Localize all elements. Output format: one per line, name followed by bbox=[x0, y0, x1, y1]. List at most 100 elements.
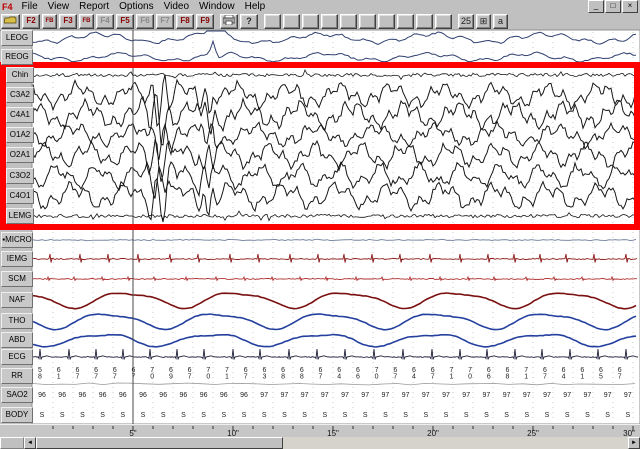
sao2-value: 96 bbox=[38, 392, 46, 399]
body-position-value: S bbox=[120, 412, 125, 419]
channel-label-leog[interactable]: LEOG bbox=[1, 30, 33, 46]
rr-value: 61 bbox=[580, 367, 584, 381]
rr-value: 58 bbox=[38, 367, 42, 381]
channel-label-c3a2[interactable]: C3A2 bbox=[6, 87, 34, 103]
rr-value: 64 bbox=[337, 367, 341, 381]
sao2-value: 97 bbox=[260, 392, 268, 399]
body-position-value: S bbox=[201, 412, 206, 419]
channel-label-sao2[interactable]: SAO2 bbox=[1, 387, 33, 403]
sao2-value: 97 bbox=[442, 392, 450, 399]
rr-value: 67 bbox=[94, 367, 98, 381]
rr-value: 67 bbox=[244, 367, 248, 381]
channel-label-naf[interactable]: NAF bbox=[1, 292, 33, 308]
channel-label-iemg[interactable]: IEMG bbox=[1, 251, 33, 267]
sao2-value: 97 bbox=[382, 392, 390, 399]
sao2-value: 97 bbox=[341, 392, 349, 399]
body-position-value: S bbox=[363, 412, 368, 419]
sao2-value: 96 bbox=[79, 392, 87, 399]
horizontal-scrollbar[interactable]: ◄ ► bbox=[0, 437, 640, 449]
sao2-value: 97 bbox=[624, 392, 632, 399]
body-position-value: S bbox=[242, 412, 247, 419]
body-position-value: S bbox=[403, 412, 408, 419]
body-position-value: S bbox=[565, 412, 570, 419]
rr-value: 67 bbox=[319, 367, 323, 381]
channel-label-body[interactable]: BODY bbox=[1, 407, 33, 423]
scrollbar-corner bbox=[0, 437, 24, 449]
rr-value: 67 bbox=[431, 367, 435, 381]
rr-value: 65 bbox=[599, 367, 603, 381]
psg-viewer-window: F4 File View Report Options Video Window Help … bbox=[0, 0, 640, 449]
body-position-value: S bbox=[585, 412, 590, 419]
rr-value: 66 bbox=[356, 367, 360, 381]
channel-label-lemg[interactable]: LEMG bbox=[6, 208, 34, 224]
rr-value: 63 bbox=[262, 367, 266, 381]
body-position-value: S bbox=[423, 412, 428, 419]
rr-value: 67 bbox=[618, 367, 622, 381]
rr-value: 71 bbox=[225, 367, 229, 381]
body-position-value: S bbox=[80, 412, 85, 419]
channel-label-c4o1[interactable]: C4O1 bbox=[6, 188, 34, 204]
sao2-value: 97 bbox=[563, 392, 571, 399]
channel-label-scm[interactable]: SCM bbox=[1, 271, 33, 287]
channel-label-o1a2[interactable]: O1A2 bbox=[6, 127, 34, 143]
sao2-value: 96 bbox=[200, 392, 208, 399]
scroll-right-arrow[interactable]: ► bbox=[628, 437, 640, 449]
sao2-value: 97 bbox=[523, 392, 531, 399]
rr-value: 66 bbox=[487, 367, 491, 381]
sao2-value: 97 bbox=[584, 392, 592, 399]
body-position-value: S bbox=[282, 412, 287, 419]
channel-label-rr[interactable]: RR bbox=[1, 368, 33, 384]
sao2-value: 96 bbox=[180, 392, 188, 399]
body-position-value: S bbox=[524, 412, 529, 419]
body-position-value: S bbox=[484, 412, 489, 419]
rr-value: 71 bbox=[449, 367, 453, 381]
scrollbar-thumb[interactable] bbox=[36, 437, 283, 449]
channel-label-chin[interactable]: Chin bbox=[6, 67, 34, 83]
body-position-value: S bbox=[221, 412, 226, 419]
rr-value: 67 bbox=[75, 367, 79, 381]
body-position-value: S bbox=[444, 412, 449, 419]
sao2-value: 97 bbox=[483, 392, 491, 399]
channel-label-o2a1[interactable]: O2A1 bbox=[6, 147, 34, 163]
body-position-value: S bbox=[322, 412, 327, 419]
sao2-value: 96 bbox=[220, 392, 228, 399]
sao2-value: 96 bbox=[119, 392, 127, 399]
channel-label-abd[interactable]: ABD bbox=[1, 332, 33, 348]
sao2-value: 97 bbox=[604, 392, 612, 399]
time-ruler: 5" 10" 15" 20" 25" 30" bbox=[0, 424, 640, 438]
rr-value: 68 bbox=[281, 367, 285, 381]
rr-value: 70 bbox=[150, 367, 154, 381]
waveform-canvas: 58 61 67 67 67 67 70 69 67 70 71 67 63 68 68 67 64 66 70 67… bbox=[31, 29, 640, 425]
body-position-value: S bbox=[504, 412, 509, 419]
body-position-value: S bbox=[141, 412, 146, 419]
rr-value: 64 bbox=[412, 367, 416, 381]
scroll-left-arrow[interactable]: ◄ bbox=[24, 437, 36, 449]
rr-value: 68 bbox=[506, 367, 510, 381]
sao2-value: 97 bbox=[402, 392, 410, 399]
rr-value: 67 bbox=[393, 367, 397, 381]
rr-value: 64 bbox=[562, 367, 566, 381]
body-position-value: S bbox=[161, 412, 166, 419]
rr-value: 67 bbox=[543, 367, 547, 381]
sao2-value: 97 bbox=[543, 392, 551, 399]
channel-label-c3o2[interactable]: C3O2 bbox=[6, 168, 34, 184]
body-position-value: S bbox=[464, 412, 469, 419]
rr-value: 67 bbox=[113, 367, 117, 381]
channel-label-reog[interactable]: REOG bbox=[1, 49, 33, 65]
channel-label-tho[interactable]: THO bbox=[1, 313, 33, 329]
sao2-value: 96 bbox=[159, 392, 167, 399]
rr-value: 70 bbox=[468, 367, 472, 381]
rr-value: 69 bbox=[169, 367, 173, 381]
rr-value: 70 bbox=[375, 367, 379, 381]
rr-value: 61 bbox=[57, 367, 61, 381]
body-position-value: S bbox=[343, 412, 348, 419]
rr-value: 68 bbox=[300, 367, 304, 381]
channel-label-micro[interactable]: ▪MICRO bbox=[1, 232, 33, 248]
channel-label-c4a1[interactable]: C4A1 bbox=[6, 107, 34, 123]
rr-value: 67 bbox=[188, 367, 192, 381]
sao2-value: 97 bbox=[321, 392, 329, 399]
sao2-value: 96 bbox=[58, 392, 66, 399]
body-position-value: S bbox=[545, 412, 550, 419]
body-position-value: S bbox=[60, 412, 65, 419]
channel-label-ecg[interactable]: ECG bbox=[1, 349, 33, 365]
